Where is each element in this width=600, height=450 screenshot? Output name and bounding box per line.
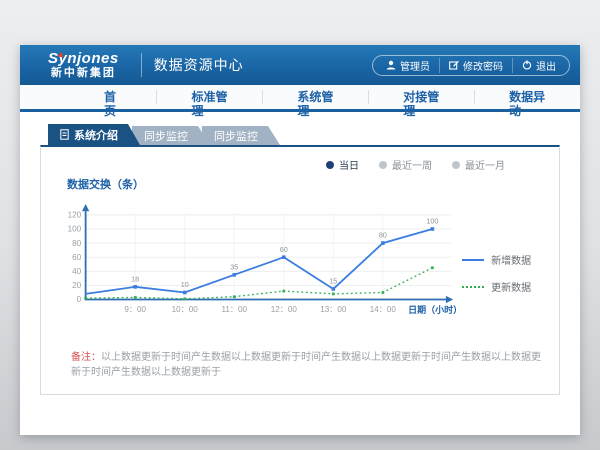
svg-text:60: 60 <box>72 253 82 262</box>
change-password-label: 修改密码 <box>463 58 503 73</box>
footnote: 备注：以上数据更新于时间产生数据以上数据更新于时间产生数据以上数据更新于时间产生… <box>55 348 545 378</box>
user-toolbar: 管理员 修改密码 退出 <box>372 55 570 76</box>
legend-item-new-data[interactable]: 新增数据 <box>462 252 545 267</box>
svg-text:13：00: 13：00 <box>320 305 347 314</box>
logo-text-cn: 新中新集团 <box>48 68 119 79</box>
page-background: Synjones 新中新集团 数据资源中心 管理员 修改密码 退出 <box>0 0 600 450</box>
footnote-label: 备注： <box>71 352 101 363</box>
svg-text:11：00: 11：00 <box>221 305 247 314</box>
tab-label: 同步监控 <box>214 128 258 144</box>
tab-bar: 系统介绍 同步监控 同步监控 <box>40 124 560 145</box>
tab-system-intro[interactable]: 系统介绍 <box>48 124 140 145</box>
svg-text:120: 120 <box>68 211 82 220</box>
range-option-last-week[interactable]: 最近一周 <box>379 157 432 172</box>
svg-text:40: 40 <box>72 267 82 276</box>
user-icon <box>386 60 396 70</box>
tab-sync-monitor-2[interactable]: 同步监控 <box>202 126 280 145</box>
time-range-selector: 当日 最近一周 最近一月 <box>55 157 545 172</box>
logo: Synjones 新中新集团 <box>30 49 129 81</box>
window-footer-space <box>20 395 580 435</box>
legend-item-updated-data[interactable]: 更新数据 <box>462 279 545 294</box>
svg-text:100: 100 <box>68 225 82 234</box>
line-chart: 0 20 40 60 80 100 120 9：00 10：00 11：00 12：00 13：00 1… <box>55 194 462 324</box>
tab-label: 同步监控 <box>144 128 188 144</box>
dotted-line-icon <box>462 286 484 288</box>
nav-item-home[interactable]: 首页 <box>70 90 156 104</box>
legend-label: 更新数据 <box>491 279 531 294</box>
svg-text:80: 80 <box>379 231 387 240</box>
chart-row: 0 20 40 60 80 100 120 9：00 10：00 11：00 12：00 13：00 1… <box>55 194 545 324</box>
radio-dot <box>452 161 460 169</box>
content-area: 系统介绍 同步监控 同步监控 当日 最近一周 <box>20 112 580 395</box>
user-label: 管理员 <box>400 58 430 73</box>
footnote-text: 以上数据更新于时间产生数据以上数据更新于时间产生数据以上数据更新于时间产生数据以… <box>71 352 541 378</box>
tab-label: 系统介绍 <box>74 127 118 143</box>
svg-text:80: 80 <box>72 239 82 248</box>
range-label: 当日 <box>339 157 359 172</box>
svg-text:10：00: 10：00 <box>172 305 199 314</box>
app-window: Synjones 新中新集团 数据资源中心 管理员 修改密码 退出 <box>20 45 580 435</box>
nav-item-standard-mgmt[interactable]: 标准管理 <box>156 90 262 104</box>
change-password-button[interactable]: 修改密码 <box>439 58 512 73</box>
range-label: 最近一月 <box>465 157 505 172</box>
range-option-last-month[interactable]: 最近一月 <box>452 157 505 172</box>
document-icon <box>60 129 69 140</box>
svg-text:10: 10 <box>181 280 189 289</box>
svg-text:14：00: 14：00 <box>370 305 397 314</box>
app-header: Synjones 新中新集团 数据资源中心 管理员 修改密码 退出 <box>20 45 580 85</box>
radio-dot <box>379 161 387 169</box>
app-title: 数据资源中心 <box>154 55 244 75</box>
user-menu-button[interactable]: 管理员 <box>377 58 439 73</box>
chart-legend: 新增数据 更新数据 <box>462 194 545 324</box>
legend-label: 新增数据 <box>491 252 531 267</box>
header-divider <box>141 53 142 77</box>
svg-text:0: 0 <box>77 295 82 304</box>
logout-button[interactable]: 退出 <box>512 58 565 73</box>
svg-text:18: 18 <box>131 274 139 283</box>
range-label: 最近一周 <box>392 157 432 172</box>
svg-text:15: 15 <box>329 277 337 286</box>
chart-panel: 当日 最近一周 最近一月 数据交换（条） 0 20 40 60 80 100 120 9：00… <box>40 145 560 395</box>
edit-icon <box>449 60 459 70</box>
svg-text:日期（小时）: 日期（小时） <box>408 304 462 315</box>
range-option-today[interactable]: 当日 <box>326 157 359 172</box>
y-axis-title: 数据交换（条） <box>67 176 545 192</box>
svg-text:12：00: 12：00 <box>271 305 298 314</box>
svg-text:35: 35 <box>230 262 238 271</box>
power-icon <box>522 60 532 70</box>
solid-line-icon <box>462 259 484 261</box>
radio-dot <box>326 161 334 169</box>
tab-sync-monitor-1[interactable]: 同步监控 <box>132 126 210 145</box>
svg-text:100: 100 <box>426 217 438 226</box>
nav-item-data-change[interactable]: 数据异动 <box>474 90 580 104</box>
nav-item-system-mgmt[interactable]: 系统管理 <box>262 90 368 104</box>
svg-text:20: 20 <box>72 281 82 290</box>
svg-text:9：00: 9：00 <box>124 305 146 314</box>
main-nav: 首页 标准管理 系统管理 对接管理 数据异动 <box>20 85 580 109</box>
nav-item-connection-mgmt[interactable]: 对接管理 <box>368 90 474 104</box>
svg-text:60: 60 <box>280 245 288 254</box>
logout-label: 退出 <box>536 58 556 73</box>
